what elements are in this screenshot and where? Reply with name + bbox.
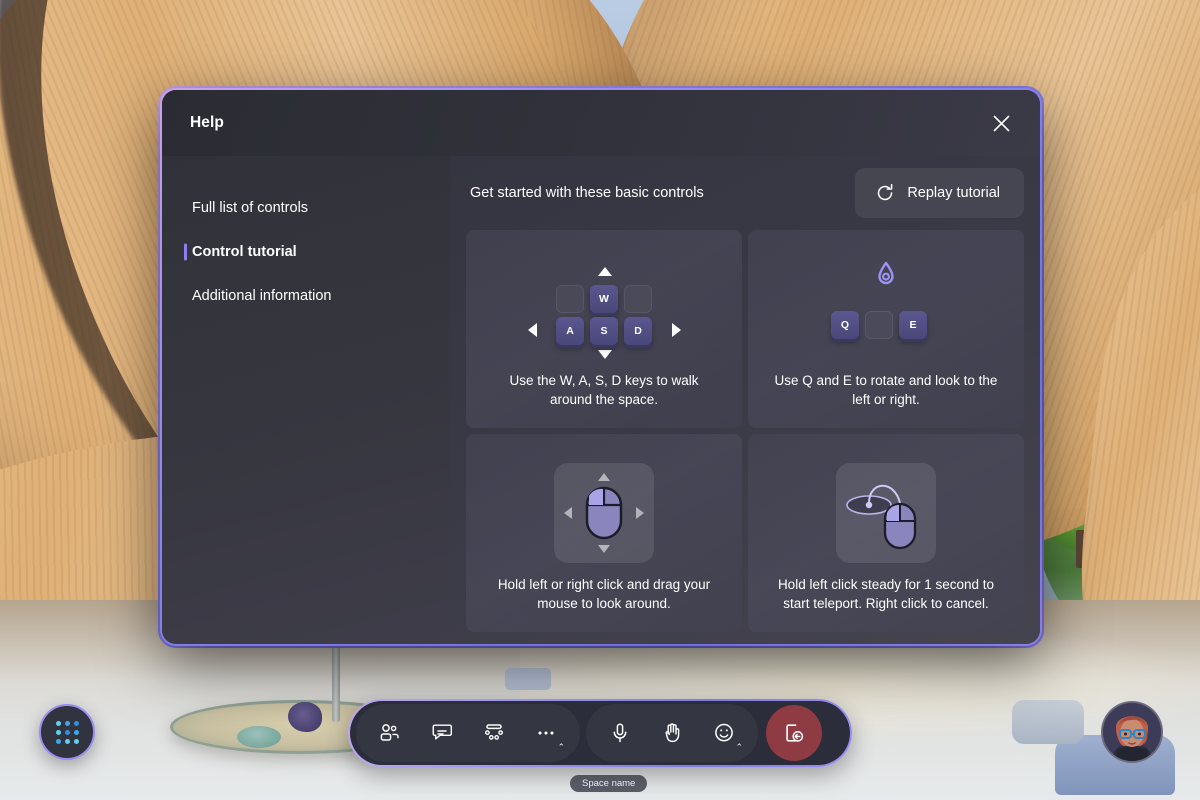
mouse-drag-icon [554,463,654,564]
key-d-label: D [634,325,642,338]
more-options-button[interactable]: ⌃ [520,707,572,759]
side-table-right [1012,700,1084,744]
emoji-icon [715,723,733,742]
sidebar-item-control-tutorial[interactable]: Control tutorial [162,230,450,274]
arrow-down-icon [598,545,610,554]
replay-tutorial-button[interactable]: Replay tutorial [855,168,1024,218]
sidebar-item-label: Additional information [192,288,332,304]
help-dialog: Help Full list of controls Control tutor… [160,88,1042,646]
space-name-label: Space name [570,775,648,792]
apps-grid-icon [55,720,79,744]
meeting-toolbar: ⌃ ⌃ [348,699,852,767]
close-button[interactable] [984,106,1018,140]
key-blank-top-left [556,285,584,314]
more-icon [538,731,554,735]
mouse-teleport-icon [836,463,936,564]
key-a: A [556,317,584,346]
arrow-down-icon [598,350,612,360]
teleport-arc-icon [846,485,917,550]
teleport-visual [748,452,1024,575]
arrow-up-icon [598,473,610,482]
leave-button[interactable] [766,705,822,761]
refresh-icon [878,183,893,201]
raise-hand-icon [665,723,680,743]
microphone-icon [613,723,627,743]
raise-hand-button[interactable] [646,707,698,759]
content-heading: Get started with these basic controls [470,185,704,201]
close-icon [993,115,1009,131]
tutorial-card-caption: Hold left click steady for 1 second to s… [777,576,995,612]
apps-launcher-button[interactable] [39,704,95,760]
arrow-left-icon [564,507,572,520]
tutorial-card-qe: Q E Use Q and E to rotate and look to th… [748,230,1024,428]
user-avatar[interactable] [1101,701,1163,763]
tutorial-card-grid: W A S D Use the W, A, S, D keys to walk … [466,230,1024,632]
dialog-header: Help [162,90,1040,156]
replay-tutorial-label: Replay tutorial [907,185,1000,201]
wasd-visual: W A S D [466,248,742,371]
qe-keypad: Q E [811,257,961,361]
tutorial-card-teleport: Hold left click steady for 1 second to s… [748,434,1024,632]
chevron-up-icon: ⌃ [735,742,743,752]
chat-icon [432,724,453,740]
arrow-right-icon [672,323,681,338]
reactions-icon [484,724,503,740]
mouse-look-visual [466,452,742,575]
key-e: E [899,311,927,340]
tutorial-card-caption: Use Q and E to rotate and look to the le… [774,372,998,408]
tutorial-card-caption: Hold left or right click and drag your m… [497,576,711,612]
toolbar-group-primary: ⌃ [356,704,580,762]
bench-center [505,668,551,690]
emoji-button[interactable]: ⌃ [698,707,750,759]
leave-icon [786,724,804,742]
key-q: Q [831,311,859,340]
tutorial-card-mouse-look: Hold left or right click and drag your m… [466,434,742,632]
dialog-body: Full list of controls Control tutorial A… [162,156,1040,644]
microphone-button[interactable] [594,707,646,759]
key-w: W [590,285,618,314]
key-e-label: E [909,319,917,332]
arrow-right-icon [636,507,644,520]
key-w-label: W [599,293,609,306]
sidebar-item-full-list[interactable]: Full list of controls [162,186,450,230]
reactions-button[interactable] [468,707,520,759]
key-q-label: Q [840,319,850,332]
chevron-up-icon: ⌃ [557,742,565,752]
tutorial-card-wasd: W A S D Use the W, A, S, D keys to walk … [466,230,742,428]
qe-visual: Q E [748,248,1024,371]
people-icon [380,724,399,741]
key-blank-middle [865,311,893,340]
wasd-keypad: W A S D [514,257,694,361]
dialog-content: Get started with these basic controls Re… [450,156,1040,644]
rotate-drop-icon [878,262,894,285]
planter-shrub-dark [288,702,322,732]
tutorial-card-caption: Use the W, A, S, D keys to walk around t… [509,372,699,408]
sidebar-item-additional-information[interactable]: Additional information [162,274,450,318]
planter-shrub-light [237,726,281,748]
toolbar-inner: ⌃ ⌃ [350,701,850,765]
arrow-up-icon [598,267,612,277]
mouse-body-icon [585,487,623,540]
planter-tree-trunk [332,640,340,722]
key-s-label: S [600,325,608,338]
arrow-left-icon [528,323,537,338]
key-s: S [590,317,618,346]
sidebar-item-label: Full list of controls [192,200,309,216]
people-button[interactable] [364,707,416,759]
content-header: Get started with these basic controls Re… [466,156,1024,230]
key-a-label: A [566,325,574,338]
page-title: Help [190,114,224,131]
key-blank-top-right [624,285,652,314]
sidebar-item-label: Control tutorial [192,244,297,260]
chat-button[interactable] [416,707,468,759]
dialog-sidebar: Full list of controls Control tutorial A… [162,156,450,644]
toolbar-group-media: ⌃ [586,704,758,762]
key-d: D [624,317,652,346]
avatar-portrait [1103,703,1161,761]
